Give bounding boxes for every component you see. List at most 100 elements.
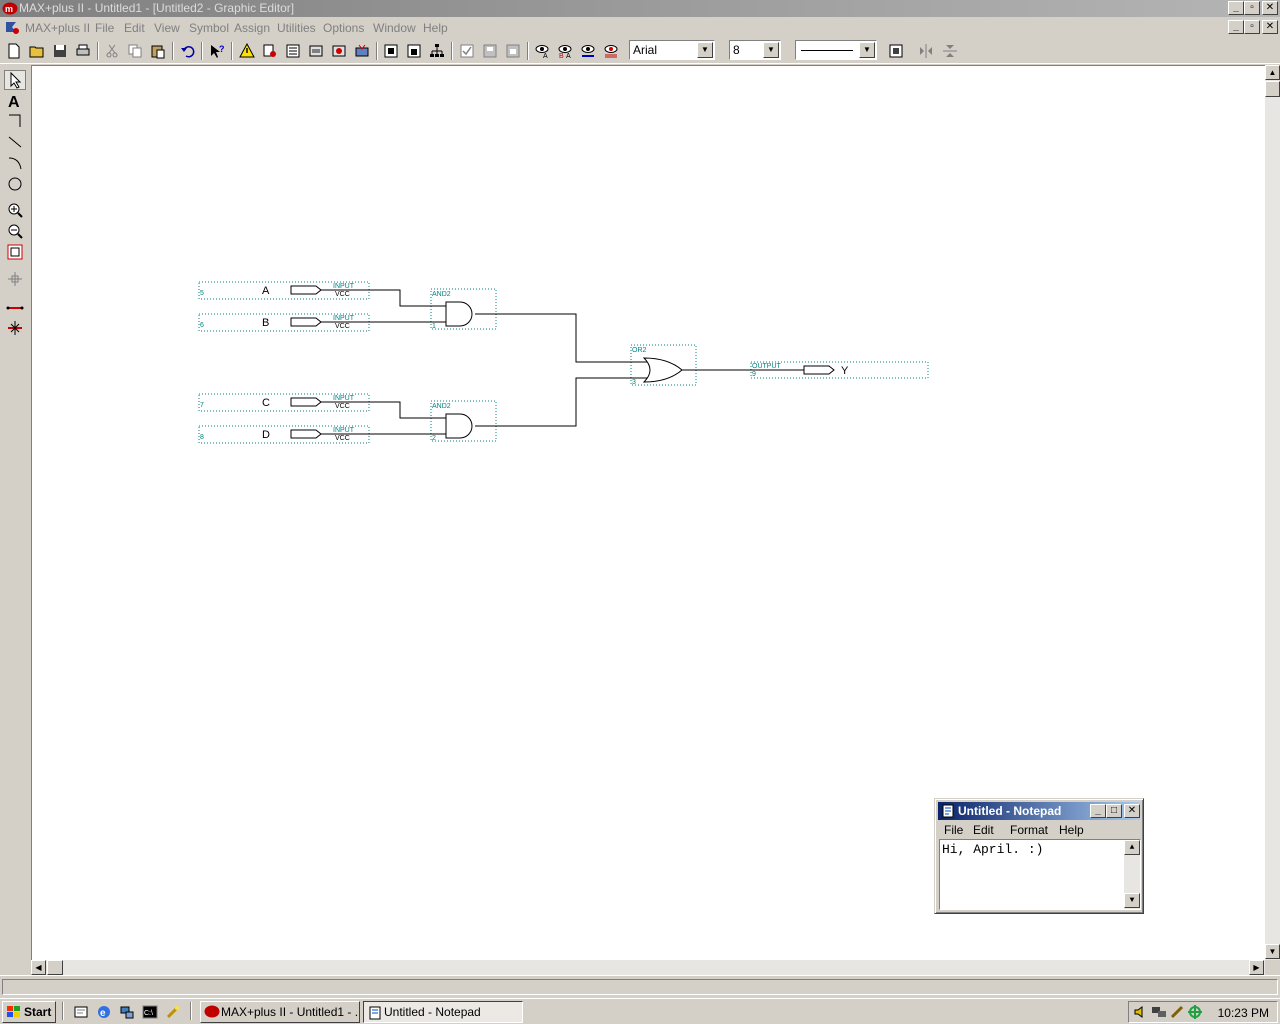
- horizontal-scrollbar[interactable]: ◀ ▶: [31, 960, 1265, 975]
- task-maxplus[interactable]: MAX+plus II - Untitled1 - ...: [200, 1001, 360, 1023]
- project-compile-icon[interactable]: [503, 41, 523, 61]
- tray-green-icon[interactable]: [1187, 1004, 1203, 1023]
- connect-nodes-icon[interactable]: [4, 298, 26, 318]
- scroll-left-icon[interactable]: ◀: [31, 960, 46, 975]
- notepad-text-area[interactable]: Hi, April. :) ▲ ▼: [939, 839, 1141, 910]
- menu-options[interactable]: Options: [323, 21, 364, 35]
- menu-view[interactable]: View: [154, 21, 180, 35]
- menu-window[interactable]: Window: [373, 21, 416, 35]
- maxplus-app-icon[interactable]: m: [2, 2, 18, 15]
- menu-help[interactable]: Help: [423, 21, 448, 35]
- quicklaunch-tool-icon[interactable]: [164, 1003, 182, 1021]
- compiler-icon[interactable]: [306, 41, 326, 61]
- line-style-select[interactable]: ▼: [795, 40, 877, 60]
- flip-horizontal-icon[interactable]: [916, 41, 936, 61]
- programmer-icon[interactable]: [352, 41, 372, 61]
- rubberbanding-icon[interactable]: [4, 269, 26, 289]
- scroll-down-icon[interactable]: ▼: [1265, 944, 1280, 959]
- menu-edit[interactable]: Edit: [124, 21, 145, 35]
- close-button[interactable]: ✕: [1262, 1, 1278, 15]
- chevron-down-icon[interactable]: ▼: [859, 42, 875, 58]
- scroll-up-icon[interactable]: ▲: [1265, 65, 1280, 80]
- document-system-icon[interactable]: [4, 19, 20, 35]
- task-notepad[interactable]: Untitled - Notepad: [363, 1001, 523, 1023]
- network-icon[interactable]: [118, 1003, 136, 1021]
- zoom-in-icon[interactable]: [4, 200, 26, 220]
- wire-and2-or[interactable]: [475, 377, 648, 427]
- child-close-button[interactable]: ✕: [1262, 20, 1278, 34]
- zoom-out-icon[interactable]: [4, 221, 26, 241]
- volume-icon[interactable]: [1133, 1004, 1149, 1023]
- scroll-right-icon[interactable]: ▶: [1249, 960, 1264, 975]
- chevron-down-icon[interactable]: ▼: [697, 42, 713, 58]
- new-file-icon[interactable]: [4, 41, 24, 61]
- notepad-menu-file[interactable]: File: [944, 823, 963, 837]
- check-icon[interactable]: [457, 41, 477, 61]
- cut-icon[interactable]: [102, 41, 122, 61]
- create-symbol-icon[interactable]: [404, 41, 424, 61]
- horizontal-scroll-thumb[interactable]: [47, 960, 63, 975]
- tray-tool-icon[interactable]: [1169, 1004, 1185, 1023]
- restore-button[interactable]: ▫: [1244, 1, 1260, 15]
- command-prompt-icon[interactable]: C:\: [141, 1003, 159, 1021]
- project-save-icon[interactable]: [480, 41, 500, 61]
- fit-in-window-icon[interactable]: [4, 242, 26, 262]
- help-pointer-icon[interactable]: ?: [207, 41, 227, 61]
- scroll-up-icon[interactable]: ▲: [1124, 840, 1140, 855]
- menu-file[interactable]: File: [95, 21, 114, 35]
- view-eye-pattern-icon[interactable]: [601, 41, 621, 61]
- notepad-menu-edit[interactable]: Edit: [973, 823, 994, 837]
- open-folder-icon[interactable]: [27, 41, 47, 61]
- arc-tool-icon[interactable]: [4, 153, 26, 173]
- chevron-down-icon[interactable]: ▼: [763, 42, 779, 58]
- hierarchy-up-icon[interactable]: [260, 41, 280, 61]
- scroll-down-icon[interactable]: ▼: [1124, 893, 1140, 908]
- notepad-close-button[interactable]: ✕: [1124, 804, 1140, 818]
- view-eye-line-icon[interactable]: [578, 41, 598, 61]
- hierarchy-display-icon[interactable]: [427, 41, 447, 61]
- font-name-select[interactable]: Arial ▼: [629, 40, 715, 60]
- child-minimize-button[interactable]: _: [1228, 20, 1244, 34]
- minimize-button[interactable]: _: [1228, 1, 1244, 15]
- copy-icon[interactable]: [125, 41, 145, 61]
- vertical-scroll-thumb[interactable]: [1265, 81, 1280, 97]
- notepad-maximize-button[interactable]: □: [1106, 804, 1122, 818]
- notepad-minimize-button[interactable]: _: [1090, 804, 1106, 818]
- flip-vertical-icon[interactable]: [940, 41, 960, 61]
- menu-assign[interactable]: Assign: [234, 21, 270, 35]
- floorplan-icon[interactable]: [283, 41, 303, 61]
- orthogonal-line-tool-icon[interactable]: [4, 111, 26, 131]
- menu-symbol[interactable]: Symbol: [189, 21, 229, 35]
- undo-icon[interactable]: [178, 41, 198, 61]
- print-icon[interactable]: [73, 41, 93, 61]
- disconnect-nodes-icon[interactable]: [4, 318, 26, 338]
- menu-utilities[interactable]: Utilities: [277, 21, 316, 35]
- warning-icon[interactable]: [237, 41, 257, 61]
- simulator-icon[interactable]: [329, 41, 349, 61]
- vertical-scrollbar[interactable]: ▲ ▼: [1265, 65, 1280, 960]
- notepad-vertical-scrollbar[interactable]: ▲ ▼: [1124, 840, 1140, 909]
- font-size-select[interactable]: 8 ▼: [729, 40, 781, 60]
- start-button[interactable]: Start: [2, 1001, 56, 1023]
- open-symbol-icon[interactable]: [381, 41, 401, 61]
- notepad-menu-help[interactable]: Help: [1059, 823, 1084, 837]
- diagonal-line-tool-icon[interactable]: [4, 132, 26, 152]
- menu-maxplus[interactable]: MAX+plus II: [25, 21, 90, 35]
- circle-tool-icon[interactable]: [4, 174, 26, 194]
- notepad-title-bar[interactable]: Untitled - Notepad _ □ ✕: [938, 802, 1140, 820]
- notepad-window[interactable]: Untitled - Notepad _ □ ✕ File Edit Forma…: [934, 798, 1144, 914]
- view-eye-icon[interactable]: A: [532, 41, 552, 61]
- internet-explorer-icon[interactable]: e: [95, 1003, 113, 1021]
- text-tool-icon[interactable]: A: [4, 91, 26, 111]
- fit-page-icon[interactable]: [886, 41, 906, 61]
- show-desktop-icon[interactable]: [72, 1003, 90, 1021]
- main-title-bar[interactable]: m MAX+plus II - Untitled1 - [Untitled2 -…: [0, 0, 1280, 17]
- notepad-icon[interactable]: [940, 803, 956, 822]
- notepad-menu-format[interactable]: Format: [1010, 823, 1048, 837]
- save-disk-icon[interactable]: [50, 41, 70, 61]
- view-eye-ba-icon[interactable]: BA: [555, 41, 575, 61]
- child-restore-button[interactable]: ▫: [1244, 20, 1260, 34]
- network-tray-icon[interactable]: [1151, 1004, 1167, 1023]
- selection-arrow-icon[interactable]: [4, 70, 26, 90]
- paste-icon[interactable]: [148, 41, 168, 61]
